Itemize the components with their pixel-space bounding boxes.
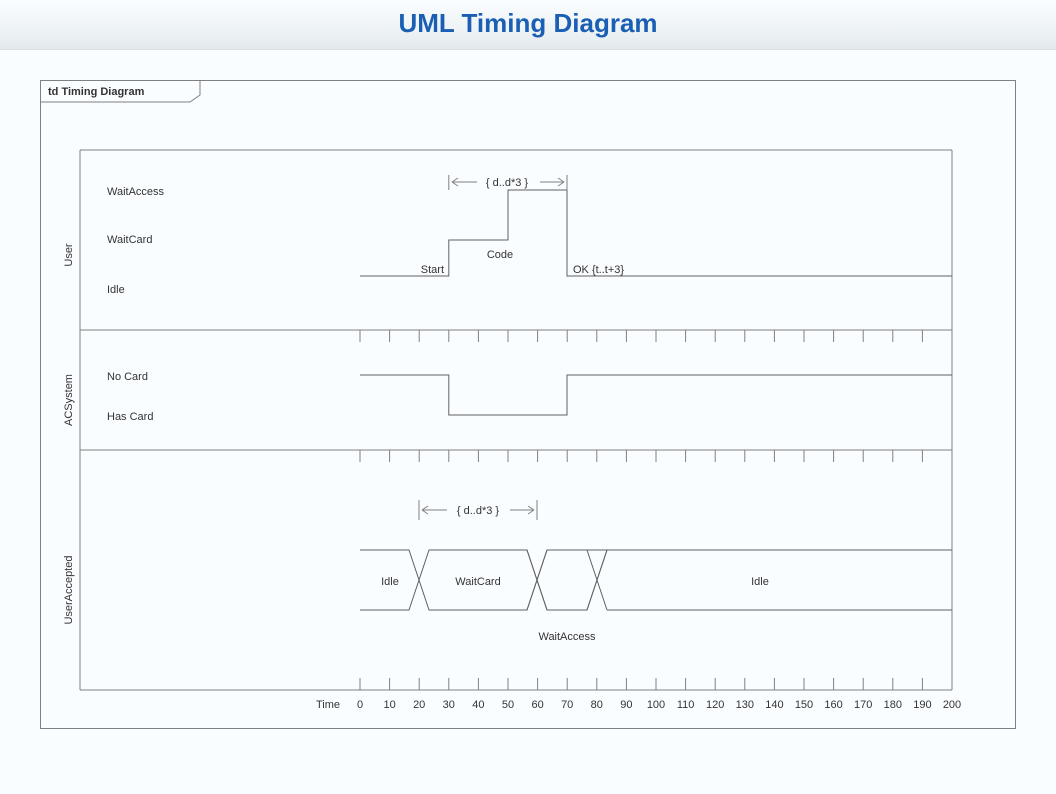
acsystem-waveform: [360, 375, 952, 415]
tick-label: 130: [736, 699, 754, 711]
tick-label: 120: [706, 699, 724, 711]
tick-label: 30: [443, 699, 455, 711]
lifeline-acsystem: ACSystem No Card Has Card: [63, 371, 952, 426]
timing-diagram-svg: td Timing Diagram Time 0 10 20 30 40 50 60 70 80…: [40, 80, 1016, 760]
tick-label: 70: [561, 699, 573, 711]
tick-label: 0: [357, 699, 363, 711]
tick-labels: 0 10 20 30 40 50 60 70 80 90 100 110 120 130 140 150 160…: [357, 699, 961, 711]
val-waitcard: WaitCard: [455, 576, 500, 588]
useraccepted-valueline: [360, 550, 952, 610]
state-waitcard: WaitCard: [107, 234, 152, 246]
plot-area: Time 0 10 20 30 40 50 60 70 80 90 100 110 120 130 140 1…: [63, 150, 961, 711]
user-waveform: [360, 190, 952, 276]
tick-label: 190: [913, 699, 931, 711]
lifeline-useraccepted-label: UserAccepted: [63, 555, 75, 624]
tick-label: 50: [502, 699, 514, 711]
useraccepted-constraint: { d..d*3 }: [419, 500, 537, 520]
tick-label: 100: [647, 699, 665, 711]
tick-label: 90: [620, 699, 632, 711]
lifeline-useraccepted: UserAccepted { d..d*3 }: [63, 500, 952, 643]
user-constraint-text: { d..d*3 }: [486, 177, 529, 189]
useraccepted-constraint-text: { d..d*3 }: [457, 505, 500, 517]
frame-label-text: td Timing Diagram: [48, 86, 145, 98]
lifeline-user-label: User: [63, 243, 75, 267]
time-axis-label: Time: [316, 699, 340, 711]
lifeline-acsystem-label: ACSystem: [63, 374, 75, 426]
tick-label: 140: [765, 699, 783, 711]
event-code: Code: [487, 249, 513, 261]
tick-row-1: [360, 330, 952, 342]
state-hascard: Has Card: [107, 411, 153, 423]
tick-label: 150: [795, 699, 813, 711]
event-start: Start: [421, 264, 444, 276]
tick-label: 170: [854, 699, 872, 711]
tick-label: 110: [677, 699, 695, 711]
tick-label: 60: [531, 699, 543, 711]
lifeline-user: User WaitAccess WaitCard Idle { d..d*3 }…: [63, 175, 952, 296]
frame-tab: td Timing Diagram: [41, 81, 201, 103]
tick-label: 80: [591, 699, 603, 711]
tick-label: 10: [383, 699, 395, 711]
page-header: UML Timing Diagram: [0, 0, 1056, 50]
val-waitaccess: WaitAccess: [538, 631, 596, 643]
tick-row-2: [360, 450, 952, 462]
tick-label: 160: [824, 699, 842, 711]
state-waitaccess: WaitAccess: [107, 186, 165, 198]
state-idle: Idle: [107, 284, 125, 296]
tick-row-3: [360, 678, 952, 690]
val-idle-1: Idle: [381, 576, 399, 588]
user-constraint: { d..d*3 }: [449, 175, 567, 190]
event-ok: OK {t..t+3}: [573, 264, 624, 276]
tick-label: 200: [943, 699, 961, 711]
tick-label: 40: [472, 699, 484, 711]
state-nocard: No Card: [107, 371, 148, 383]
page-title: UML Timing Diagram: [398, 8, 657, 38]
tick-label: 20: [413, 699, 425, 711]
val-idle-2: Idle: [751, 576, 769, 588]
diagram-canvas: td Timing Diagram Time 0 10 20 30 40 50 60 70 80…: [0, 50, 1056, 790]
tick-label: 180: [884, 699, 902, 711]
